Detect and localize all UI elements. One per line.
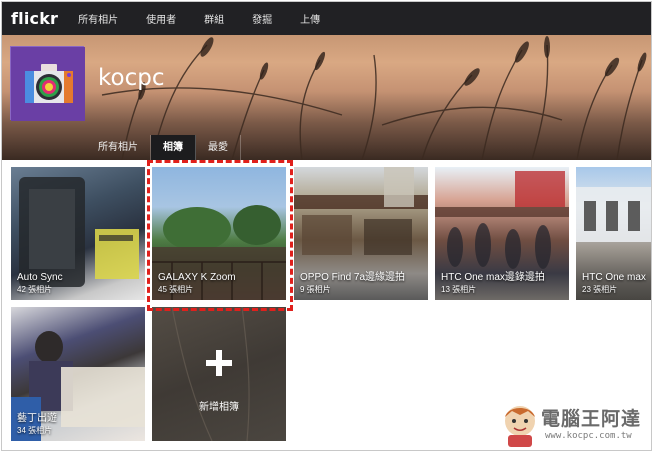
watermark: 電腦王阿達 www.kocpc.com.tw (498, 401, 648, 449)
avatar[interactable] (10, 46, 85, 121)
watermark-url: www.kocpc.com.tw (545, 431, 632, 441)
profile-subtabs: 所有相片 相簿 最愛 (86, 135, 241, 160)
album-tile[interactable]: OPPO Find 7a邊緣邊拍 9 張相片 (294, 167, 428, 300)
album-count: 23 張相片 (582, 285, 618, 294)
camera-logo-icon (11, 47, 85, 121)
album-tile[interactable]: 藝丁出遊 34 張相片 (11, 307, 145, 441)
nav-links: 所有相片 使用者 群組 發掘 上傳 (78, 11, 348, 26)
album-title: GALAXY K Zoom (158, 272, 236, 283)
album-tile[interactable]: Auto Sync 42 張相片 (11, 167, 145, 300)
add-album-button[interactable]: 新增相簿 (152, 307, 286, 441)
subtab-favorites[interactable]: 最愛 (196, 135, 241, 160)
album-title: OPPO Find 7a邊緣邊拍 (300, 272, 406, 283)
album-tile[interactable]: HTC One max 23 張相片 (576, 167, 651, 300)
subtab-albums[interactable]: 相簿 (151, 135, 196, 160)
album-title: HTC One max (582, 272, 646, 283)
screenshot-frame: flickr 所有相片 使用者 群組 發掘 上傳 kocpc 所有相片 相簿 最… (1, 1, 652, 451)
subtab-all-photos[interactable]: 所有相片 (86, 135, 151, 160)
nav-link-all-photos[interactable]: 所有相片 (78, 11, 118, 26)
mascot-logo-icon (505, 406, 535, 447)
album-count: 45 張相片 (158, 285, 194, 294)
album-tile[interactable]: HTC One max邊錄邊拍 13 張相片 (435, 167, 569, 300)
flickr-logo[interactable]: flickr (11, 9, 58, 28)
top-nav: flickr 所有相片 使用者 群組 發掘 上傳 (2, 2, 651, 35)
add-album-label: 新增相簿 (199, 402, 239, 413)
nav-link-groups[interactable]: 群組 (204, 11, 224, 26)
watermark-brand: 電腦王阿達 (541, 408, 642, 430)
plus-icon (206, 350, 232, 376)
album-title: Auto Sync (17, 272, 63, 283)
album-title: 藝丁出遊 (17, 413, 57, 424)
nav-link-you[interactable]: 使用者 (146, 11, 176, 26)
album-title: HTC One max邊錄邊拍 (441, 272, 545, 283)
album-tile[interactable]: GALAXY K Zoom 45 張相片 (152, 167, 286, 300)
album-count: 42 張相片 (17, 285, 53, 294)
album-count: 34 張相片 (17, 426, 53, 435)
album-count: 9 張相片 (300, 285, 331, 294)
profile-username: kocpc (98, 65, 165, 91)
album-count: 13 張相片 (441, 285, 477, 294)
nav-link-explore[interactable]: 發掘 (252, 11, 272, 26)
nav-link-upload[interactable]: 上傳 (300, 11, 320, 26)
